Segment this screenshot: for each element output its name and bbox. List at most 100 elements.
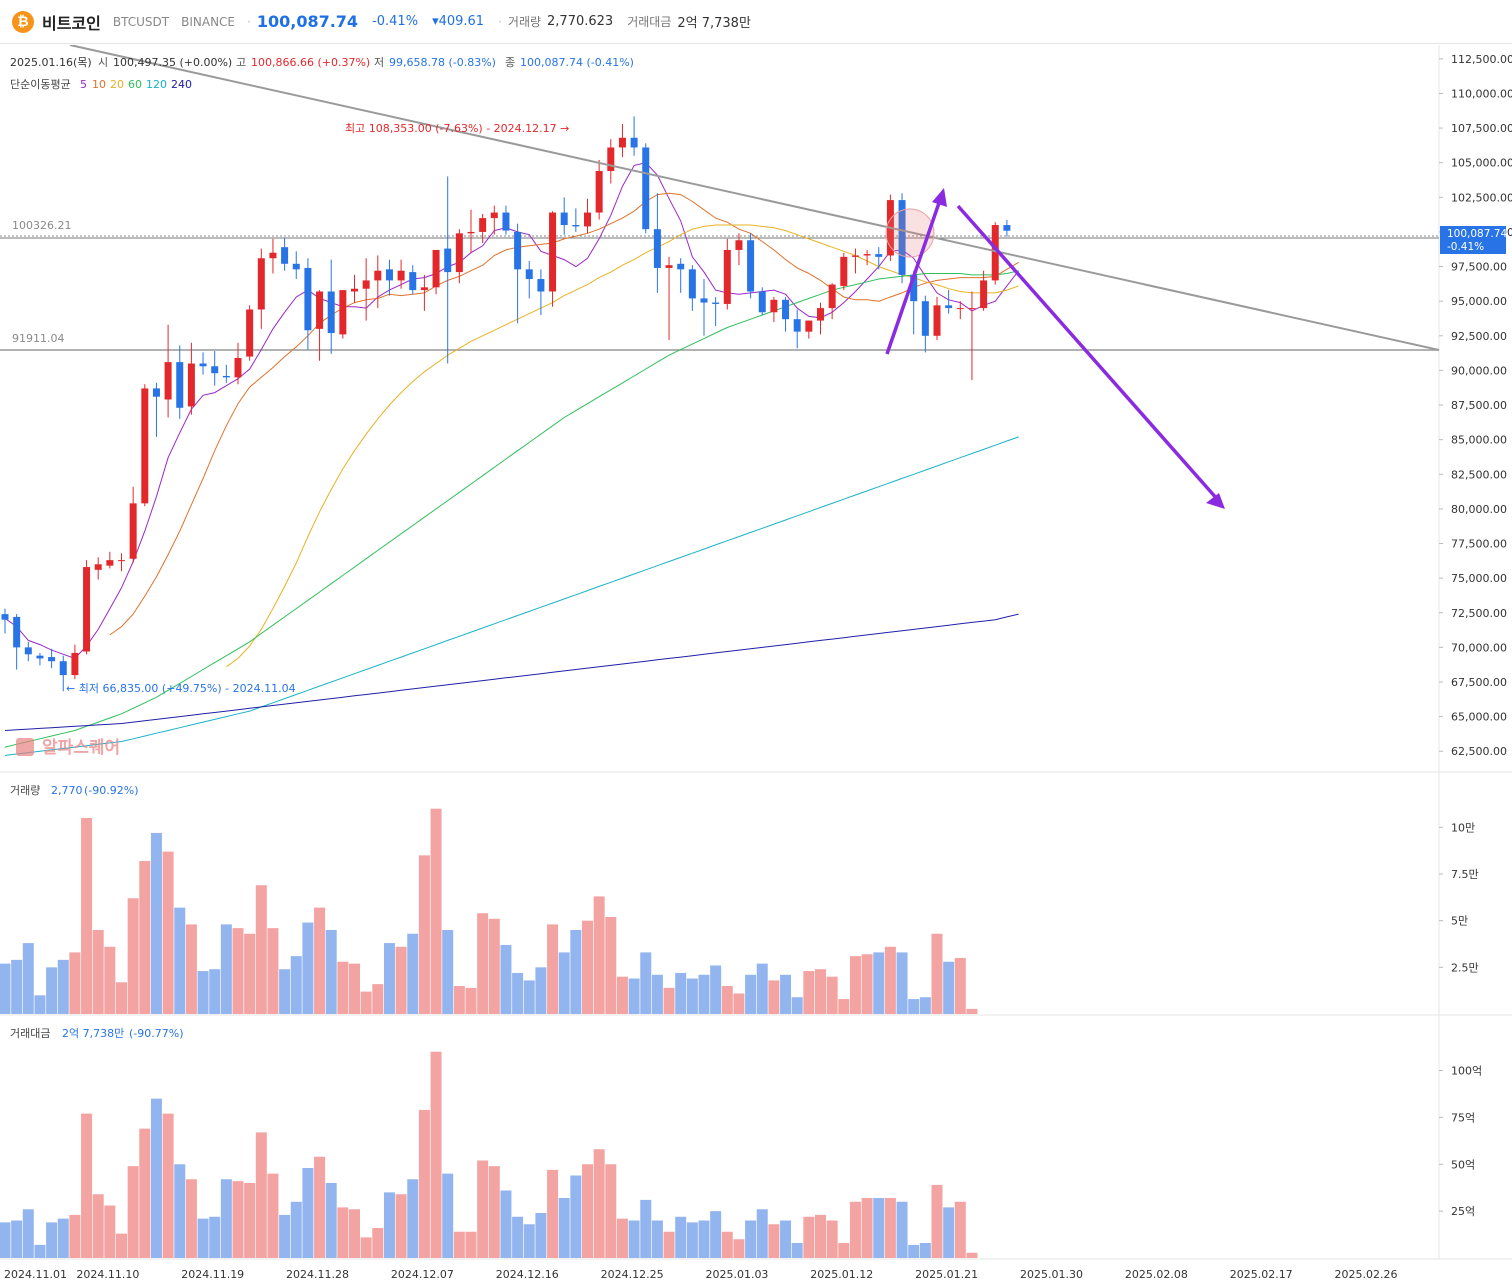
volume-tick-label: 5만 <box>1451 915 1468 928</box>
amount-bar <box>605 1164 617 1258</box>
price-tick-label: 97,500.00 <box>1451 261 1507 274</box>
candle-body <box>269 252 277 259</box>
candle-body <box>257 258 265 310</box>
candle-body <box>665 265 673 268</box>
volume-bar <box>162 851 174 1014</box>
candle <box>712 297 720 327</box>
volume-bar <box>535 967 547 1014</box>
candle-body <box>246 309 254 357</box>
volume-bar <box>349 963 360 1014</box>
candle-body <box>211 366 219 374</box>
volume-bar <box>104 946 116 1014</box>
candle <box>653 193 661 293</box>
ma-240[interactable]: 240 <box>171 78 192 91</box>
amount-bar <box>698 1220 710 1258</box>
amount-bar <box>255 1132 267 1258</box>
candle-body <box>537 279 545 292</box>
candle-body <box>817 308 824 321</box>
candle-body <box>339 290 347 335</box>
candle-body <box>129 503 137 559</box>
candle <box>747 233 755 299</box>
volume-bar <box>34 995 46 1014</box>
amount-pane-title: 거래대금 2억 7,738만 (-90.77%) <box>10 1027 184 1040</box>
candle <box>700 279 708 336</box>
candle <box>292 251 300 280</box>
ma-120[interactable]: 120 <box>146 78 167 91</box>
candle-body <box>560 212 568 226</box>
amount-bar <box>745 1220 757 1258</box>
candle-body <box>455 233 463 273</box>
amount-value: 2억 7,738만 <box>677 16 751 31</box>
amount-bar <box>733 1239 745 1258</box>
candle-body <box>805 320 813 332</box>
amount-bar <box>0 1222 11 1258</box>
volume-bar <box>244 933 256 1014</box>
candle <box>525 261 533 299</box>
ma-60[interactable]: 60 <box>128 78 142 91</box>
volume-bar <box>150 832 162 1014</box>
candle <box>176 345 184 419</box>
volume-bar <box>0 963 11 1014</box>
volume-bar <box>279 969 291 1014</box>
chart-canvas[interactable]: 112,500.00 110,000.00 107,500.00 105,000.00… <box>0 45 1512 1287</box>
amount-bar <box>418 1109 430 1258</box>
volume-bar <box>803 971 815 1014</box>
ma-legend[interactable]: 단순이동평균 5 10 20 60 120 240 <box>10 78 192 91</box>
volume-bar <box>582 920 593 1014</box>
volume-change: (-90.92%) <box>84 784 139 797</box>
volume-bar <box>896 952 908 1014</box>
time-tick-label: 2024.11.01 <box>4 1268 67 1281</box>
amount-bar <box>768 1224 780 1258</box>
candle <box>805 320 813 339</box>
candle-body <box>758 291 766 313</box>
ma-line-240 <box>4 613 1019 731</box>
candle <box>584 198 591 234</box>
price-tick-label: 92,500.00 <box>1451 330 1507 343</box>
trendline[interactable] <box>69 45 1440 351</box>
price-tick-label: 65,000.00 <box>1451 711 1507 724</box>
candle <box>129 486 137 563</box>
amount-bar <box>465 1231 477 1258</box>
volume-current: 2,770 <box>51 784 83 797</box>
amount-bar <box>22 1209 34 1258</box>
open-label: 시 <box>98 56 108 69</box>
candle <box>211 351 219 386</box>
volume-bar <box>768 980 780 1014</box>
amount-bar <box>488 1166 500 1258</box>
volume-bar <box>570 930 582 1014</box>
candle-body <box>875 254 883 257</box>
candle-body <box>199 363 207 367</box>
ma-10[interactable]: 10 <box>92 78 106 91</box>
ma-20[interactable]: 20 <box>110 78 124 91</box>
candle <box>921 295 929 353</box>
candle <box>549 211 557 307</box>
price-tick-label: 110,000.00 <box>1451 87 1512 100</box>
coin-name[interactable]: 비트코인 <box>42 10 101 34</box>
volume-bar <box>547 924 559 1014</box>
ma-5[interactable]: 5 <box>80 78 87 91</box>
low-value: 99,658.78 (-0.83%) <box>389 56 496 69</box>
price-tick-label: 62,500.00 <box>1451 745 1507 758</box>
volume-pane-title: 거래량 2,770 (-90.92%) <box>10 784 139 797</box>
volume-bar <box>838 999 850 1014</box>
amount-tick-label: 50억 <box>1451 1158 1475 1171</box>
amount-bar <box>174 1164 186 1258</box>
candle <box>1 608 9 634</box>
hline-lower-label: 91911.04 <box>12 332 65 345</box>
ticker-header: ₿ 비트코인 BTCUSDT BINANCE · 100,087.74 -0.4… <box>0 0 1512 44</box>
volume-bar <box>908 999 920 1014</box>
candle <box>1003 219 1011 237</box>
amount-bar <box>57 1218 69 1258</box>
candle-body <box>723 249 731 304</box>
candle <box>257 248 265 329</box>
down-arrow[interactable] <box>956 204 1220 502</box>
time-tick-label: 2025.02.17 <box>1230 1268 1293 1281</box>
candle-body <box>351 288 358 292</box>
candle-body <box>83 567 91 652</box>
amount-bar <box>290 1201 302 1258</box>
candle-body <box>525 269 533 280</box>
ohlc-info: 2025.01.16(목) 시 100,497.35 (+0.00%) 고 10… <box>10 56 634 69</box>
volume-value: 2,770.623 <box>547 14 614 29</box>
ma-line-120 <box>4 436 1019 756</box>
candle-body <box>968 308 976 310</box>
